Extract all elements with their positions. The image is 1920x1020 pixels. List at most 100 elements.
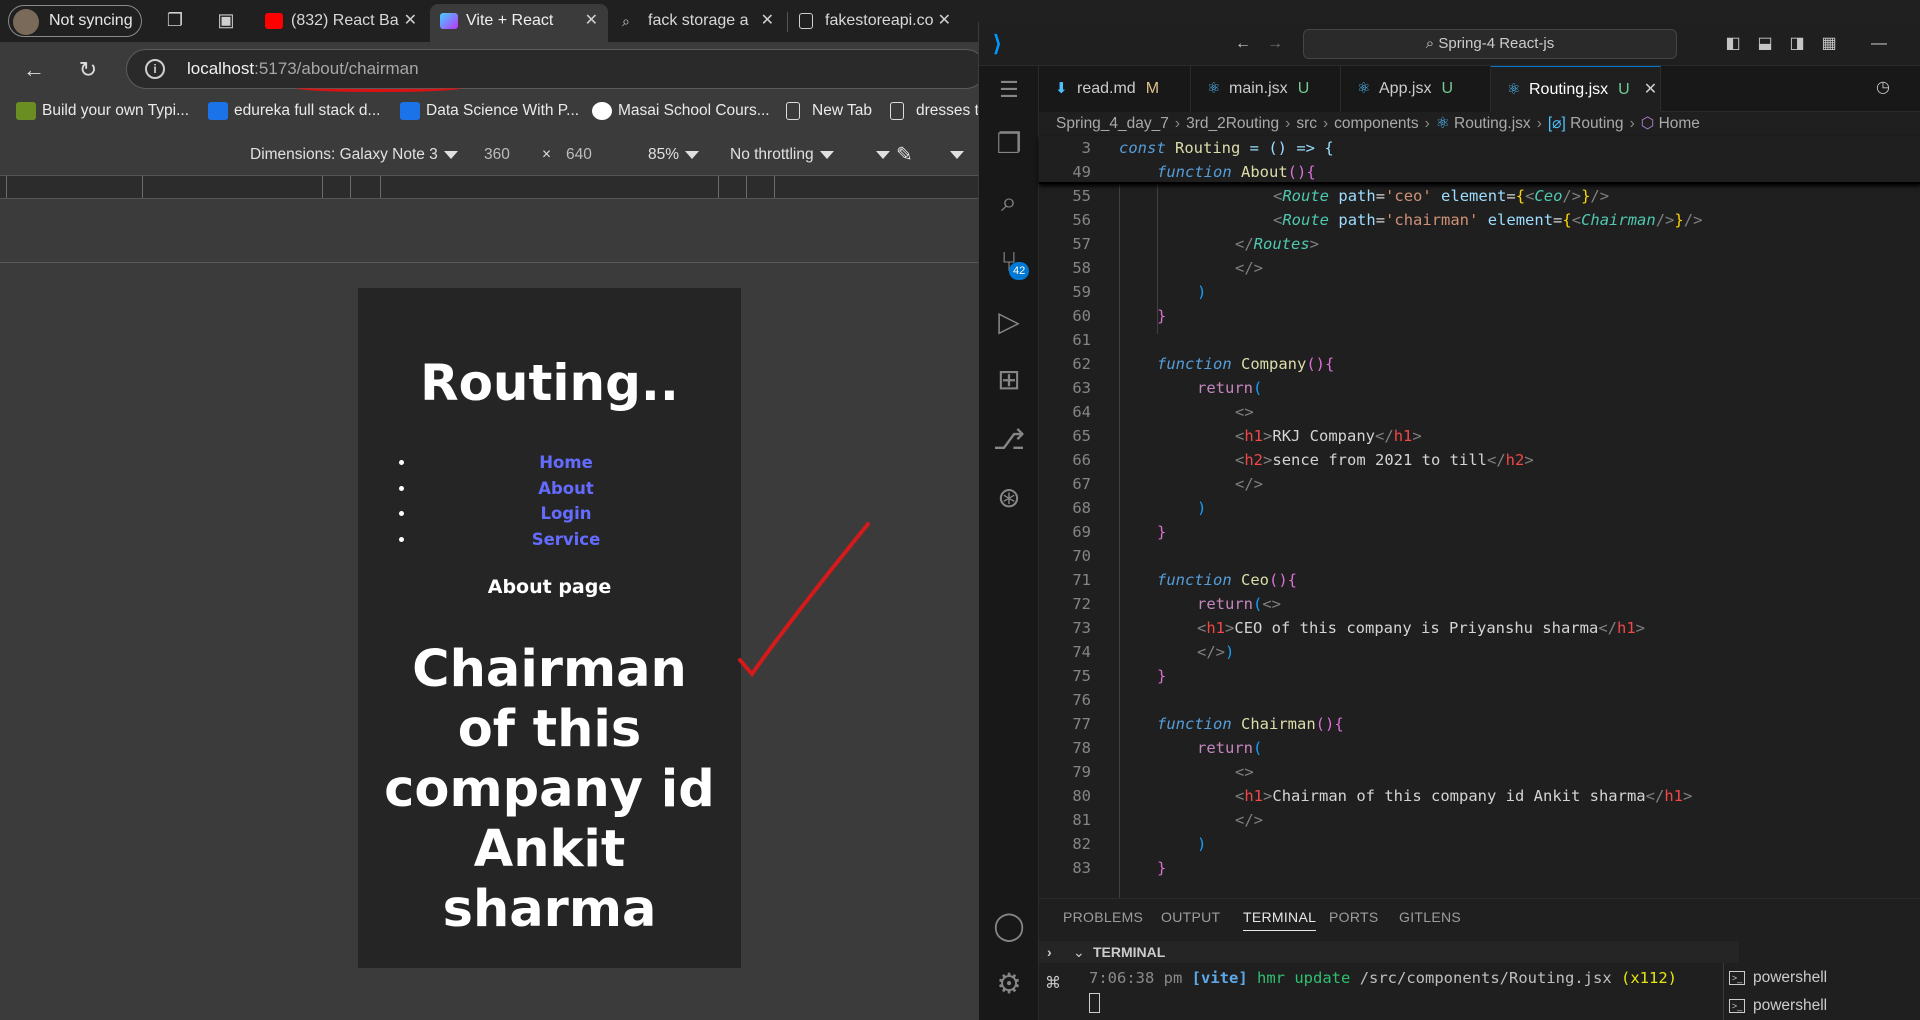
address-bar[interactable]: i localhost:5173/about/chairman — [126, 49, 980, 89]
timeline-icon[interactable]: ◷ — [1873, 78, 1893, 98]
tab-title: fack storage a — [648, 12, 749, 29]
browser-tab-strip: Not syncing ❐ ▣ (832) React Ba ✕ Vite + … — [0, 0, 980, 42]
toggle-panel-icon[interactable]: ⬓ — [1755, 34, 1775, 54]
tab-ports[interactable]: PORTS — [1329, 909, 1378, 925]
search-icon: ⌕ — [622, 13, 630, 29]
emulated-device-viewport: Routing.. Home About Login Service About… — [358, 288, 741, 968]
search-icon: ⌕ — [1425, 35, 1439, 52]
nav-list: Home About Login Service — [416, 450, 716, 552]
close-icon[interactable]: ✕ — [585, 4, 598, 38]
tab-terminal[interactable]: TERMINAL — [1243, 909, 1317, 931]
bookmark-item[interactable]: Masai School Cours... — [592, 100, 770, 122]
terminal-output[interactable]: 7:06:38 pm [vite] hmr update /src/compon… — [1089, 969, 1677, 987]
nav-link-about[interactable]: About — [538, 479, 594, 498]
bookmark-item[interactable]: dresses to — [890, 100, 980, 122]
bookmark-item[interactable]: New Tab — [786, 100, 872, 122]
git-graph-icon[interactable]: ⎇ — [991, 422, 1027, 458]
page-icon — [799, 13, 813, 29]
symbol-function-icon: ⬡ — [1640, 115, 1659, 132]
dimensions-select[interactable]: Dimensions: Galaxy Note 3 — [250, 145, 458, 165]
youtube-icon — [265, 13, 283, 29]
profile-status: Not syncing — [49, 12, 133, 29]
zoom-select[interactable]: 85% — [648, 145, 700, 165]
close-icon[interactable]: ✕ — [404, 4, 417, 38]
chairman-heading: Chairman of this company id Ankit sharma — [384, 640, 715, 939]
tab-actions-icon[interactable]: ▣ — [215, 9, 237, 31]
breadcrumb: Spring_4_day_7 › 3rd_2Routing › src › componen… — [1039, 112, 1920, 136]
tab-read-md[interactable]: ⬇ read.md M — [1039, 66, 1191, 112]
accounts-icon[interactable]: ◯ — [991, 908, 1027, 944]
browser-tab[interactable]: (832) React Ba ✕ — [255, 4, 427, 42]
rotate-options-icon[interactable] — [944, 145, 964, 165]
run-debug-icon[interactable]: ▷ — [991, 304, 1027, 340]
markdown-icon: ⬇ — [1055, 80, 1068, 97]
vscode-window: ⟩ ← → ⌕ Spring-4 React-js ◧ ⬓ ◨ ▦ — ☰ ❐ … — [978, 22, 1920, 1020]
tab-output[interactable]: OUTPUT — [1161, 909, 1220, 925]
browser-tab-active[interactable]: Vite + React ✕ — [430, 4, 608, 42]
browser-window: Not syncing ❐ ▣ (832) React Ba ✕ Vite + … — [0, 0, 980, 1020]
minimize-icon[interactable]: — — [1869, 34, 1889, 54]
search-icon[interactable]: ⌕ — [991, 184, 1027, 220]
terminal-section-header[interactable]: › ⌄ TERMINAL — [1039, 941, 1739, 963]
command-center-search[interactable]: ⌕ Spring-4 React-js — [1303, 29, 1677, 59]
back-icon[interactable]: ← — [1233, 34, 1253, 54]
chevron-down-icon — [685, 150, 700, 159]
remote-explorer-icon[interactable]: ⊛ — [991, 480, 1027, 516]
tab-title: Vite + React — [466, 12, 554, 29]
close-icon[interactable]: ✕ — [1644, 81, 1657, 98]
tab-main-jsx[interactable]: ⚛ main.jsx U — [1191, 66, 1341, 112]
tab-app-jsx[interactable]: ⚛ App.jsx U — [1341, 66, 1491, 112]
profile-button[interactable]: Not syncing — [8, 5, 142, 37]
viewport-divider — [0, 262, 980, 263]
reload-icon[interactable]: ↻ — [72, 54, 104, 86]
toggle-sidebar-icon[interactable]: ◧ — [1723, 34, 1743, 54]
close-icon[interactable]: ✕ — [761, 4, 774, 38]
more-options-icon[interactable] — [870, 145, 890, 165]
workspaces-icon[interactable]: ❐ — [164, 9, 186, 31]
bookmark-item[interactable]: Build your own Typi... — [16, 100, 189, 122]
code-editor[interactable]: 3 const Routing = () => { 49 function Ab… — [1039, 136, 1920, 898]
bookmark-item[interactable]: Data Science With P... — [400, 100, 579, 122]
list-item: Login — [416, 501, 716, 527]
extensions-icon[interactable]: ⊞ — [991, 362, 1027, 398]
terminal-icon: >_ — [1729, 971, 1745, 985]
terminal-instance[interactable]: >_ powershell — [1727, 995, 1920, 1017]
menu-icon[interactable]: ☰ — [991, 72, 1027, 108]
height-input[interactable]: 640 — [566, 145, 592, 165]
sticky-scroll[interactable]: 3 const Routing = () => { 49 function Ab… — [1039, 136, 1920, 184]
terminal-instance[interactable]: >_ powershell — [1727, 967, 1920, 989]
browser-tab[interactable]: ⌕ fack storage a ✕ — [612, 4, 784, 42]
masai-icon — [592, 102, 612, 120]
source-control-icon[interactable]: ⑂ 42 — [991, 244, 1030, 280]
react-icon: ⚛ — [1435, 115, 1454, 132]
tab-title: (832) React Ba — [291, 12, 399, 29]
close-icon[interactable]: ✕ — [938, 4, 951, 38]
edureka-icon — [208, 102, 228, 120]
vite-icon — [440, 13, 458, 29]
tab-routing-jsx[interactable]: ⚛ Routing.jsx U ✕ — [1491, 66, 1661, 112]
back-icon[interactable]: ← — [18, 54, 50, 86]
chevron-right-icon: › — [1047, 944, 1052, 960]
bookmark-item[interactable]: edureka full stack d... — [208, 100, 380, 122]
nav-link-service[interactable]: Service — [532, 530, 601, 549]
gear-icon[interactable]: ⚙ — [991, 966, 1027, 1002]
width-input[interactable]: 360 — [484, 145, 510, 165]
nav-link-login[interactable]: Login — [540, 504, 591, 523]
bookmark-icon — [16, 102, 36, 120]
launch-profile-icon[interactable]: ⌘ — [1045, 973, 1061, 993]
forward-icon[interactable]: → — [1265, 34, 1285, 54]
customize-layout-icon[interactable]: ▦ — [1819, 34, 1839, 54]
toggle-secondary-sidebar-icon[interactable]: ◨ — [1787, 34, 1807, 54]
browser-tab[interactable]: fakestoreapi.co ✕ — [789, 4, 961, 42]
react-icon: ⚛ — [1507, 81, 1521, 98]
tab-gitlens[interactable]: GITLENS — [1399, 909, 1461, 925]
annotation-checkmark — [738, 522, 870, 678]
site-info-icon[interactable]: i — [145, 59, 165, 79]
explorer-icon[interactable]: ❐ — [991, 126, 1027, 162]
nav-link-home[interactable]: Home — [539, 453, 593, 472]
bottom-panel: PROBLEMS OUTPUT TERMINAL PORTS GITLENS ›… — [1039, 898, 1920, 1020]
eyedropper-icon[interactable]: ✎ — [896, 145, 913, 165]
throttling-select[interactable]: No throttling — [730, 145, 834, 165]
annotation-underline — [296, 84, 462, 92]
tab-problems[interactable]: PROBLEMS — [1063, 909, 1143, 925]
